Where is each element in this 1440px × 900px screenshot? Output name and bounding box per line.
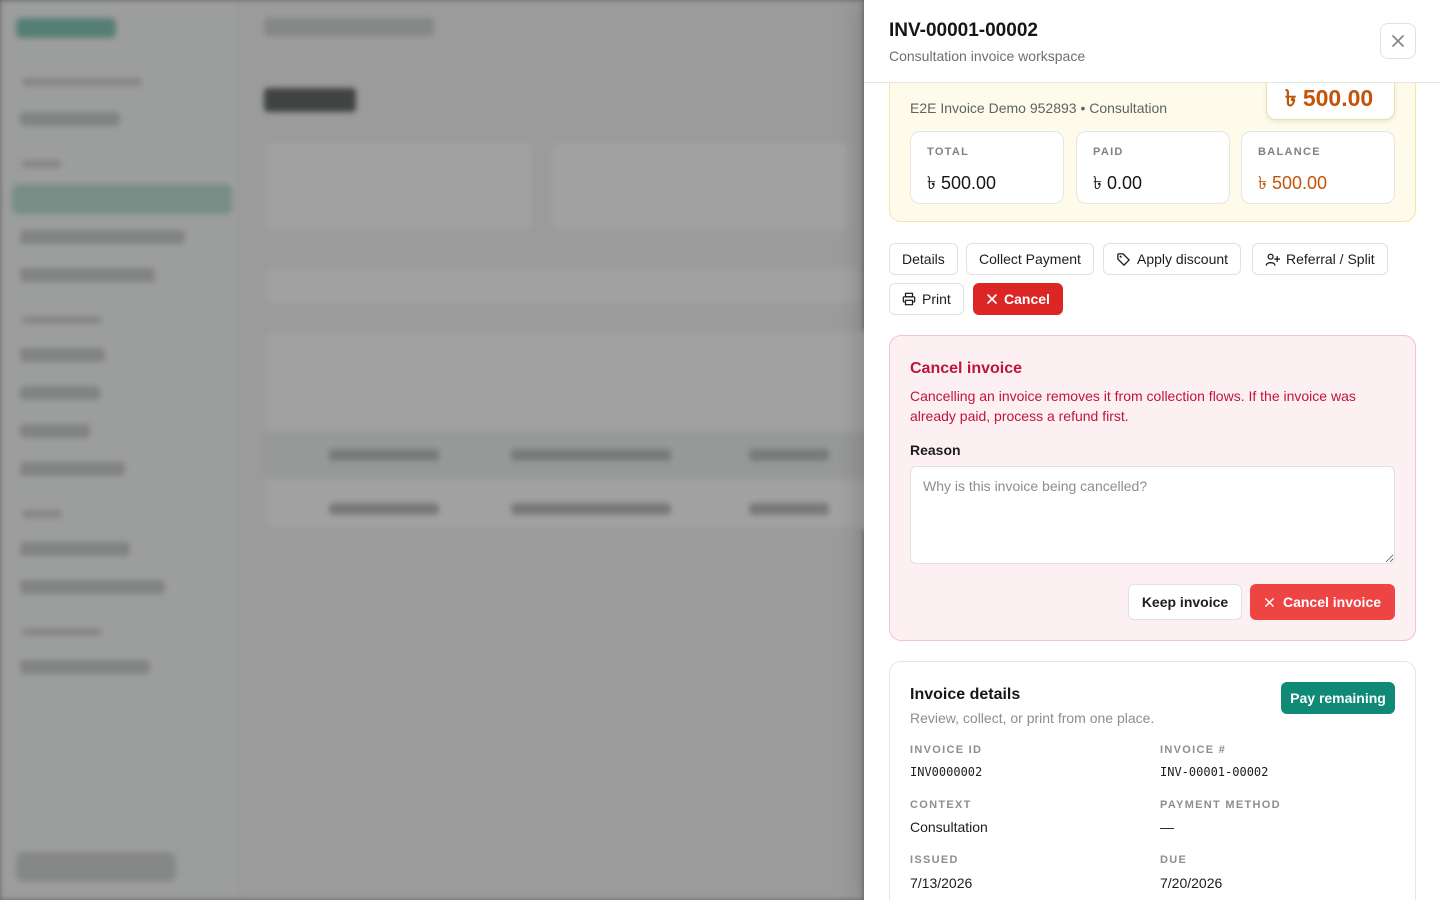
- cancel-action-label: Cancel: [1004, 291, 1050, 307]
- cancel-action-button[interactable]: Cancel: [973, 283, 1063, 315]
- details-subtitle: Review, collect, or print from one place…: [910, 710, 1155, 726]
- field-value-payment-method: —: [1160, 819, 1174, 835]
- x-icon: [1265, 597, 1274, 607]
- field-label-context: CONTEXT: [910, 799, 972, 811]
- details-title: Invoice details: [910, 686, 1021, 703]
- stat-label: BALANCE: [1258, 146, 1321, 158]
- details-button[interactable]: Details: [889, 243, 958, 275]
- apply-discount-label: Apply discount: [1137, 251, 1229, 267]
- drawer-title: INV-00001-00002: [889, 20, 1038, 41]
- drawer-subtitle: Consultation invoice workspace: [889, 48, 1086, 64]
- reason-textarea[interactable]: [910, 466, 1395, 564]
- field-label-payment-method: PAYMENT METHOD: [1160, 799, 1281, 811]
- apply-discount-button[interactable]: Apply discount: [1103, 243, 1242, 275]
- field-label-invoice-id: INVOICE ID: [910, 744, 983, 756]
- user-plus-icon: [1265, 253, 1280, 266]
- confirm-cancel-invoice-button[interactable]: Cancel invoice: [1250, 584, 1395, 620]
- stat-label: PAID: [1093, 146, 1124, 158]
- stat-label: TOTAL: [927, 146, 970, 158]
- details-button-label: Details: [902, 251, 945, 267]
- stat-value: ৳ 500.00: [927, 173, 997, 193]
- referral-split-button[interactable]: Referral / Split: [1252, 243, 1388, 275]
- stat-value: ৳ 0.00: [1093, 173, 1142, 193]
- print-button[interactable]: Print: [889, 283, 964, 315]
- cancel-panel-description: Cancelling an invoice removes it from co…: [910, 388, 1356, 424]
- tag-icon: [1117, 252, 1130, 266]
- summary-meta: E2E Invoice Demo 952893 • Consultation: [910, 100, 1168, 116]
- stat-paid: PAID ৳ 0.00: [1076, 131, 1230, 204]
- keep-invoice-button[interactable]: Keep invoice: [1128, 584, 1242, 620]
- pay-remaining-button[interactable]: Pay remaining: [1281, 682, 1395, 714]
- collect-payment-label: Collect Payment: [979, 251, 1081, 267]
- field-value-invoice-number: INV-00001-00002: [1160, 765, 1269, 779]
- amount-total: ৳ 500.00: [1285, 85, 1374, 111]
- stat-total: TOTAL ৳ 500.00: [910, 131, 1064, 204]
- close-button[interactable]: [1380, 23, 1416, 59]
- printer-icon: [902, 292, 916, 306]
- reason-label: Reason: [910, 442, 961, 458]
- field-value-due: 7/20/2026: [1160, 875, 1223, 891]
- modal-overlay[interactable]: [0, 0, 864, 900]
- print-label: Print: [922, 291, 951, 307]
- x-icon: [987, 294, 997, 304]
- confirm-cancel-label: Cancel invoice: [1282, 594, 1382, 610]
- field-value-issued: 7/13/2026: [910, 875, 973, 891]
- field-value-context: Consultation: [910, 819, 988, 835]
- stat-value: ৳ 500.00: [1258, 173, 1328, 193]
- amount-box: ৳ 500.00: [1266, 83, 1395, 120]
- invoice-details-card: Invoice details Review, collect, or prin…: [889, 661, 1416, 900]
- field-label-invoice-number: INVOICE #: [1160, 744, 1227, 756]
- close-icon: [1392, 35, 1404, 47]
- stat-balance: BALANCE ৳ 500.00: [1241, 131, 1395, 204]
- invoice-summary-card: E2E Invoice Demo 952893 • Consultation ৳…: [889, 83, 1416, 222]
- cancel-invoice-panel: Cancel invoice Cancelling an invoice rem…: [889, 335, 1416, 641]
- field-label-due: DUE: [1160, 854, 1188, 866]
- invoice-drawer: INV-00001-00002 Consultation invoice wor…: [864, 0, 1440, 900]
- field-label-issued: ISSUED: [910, 854, 959, 866]
- cancel-panel-title: Cancel invoice: [910, 360, 1023, 377]
- field-value-invoice-id: INV0000002: [910, 765, 983, 779]
- drawer-body[interactable]: E2E Invoice Demo 952893 • Consultation ৳…: [864, 83, 1440, 900]
- referral-split-label: Referral / Split: [1286, 251, 1375, 267]
- drawer-header: INV-00001-00002 Consultation invoice wor…: [864, 0, 1440, 83]
- collect-payment-button[interactable]: Collect Payment: [966, 243, 1094, 275]
